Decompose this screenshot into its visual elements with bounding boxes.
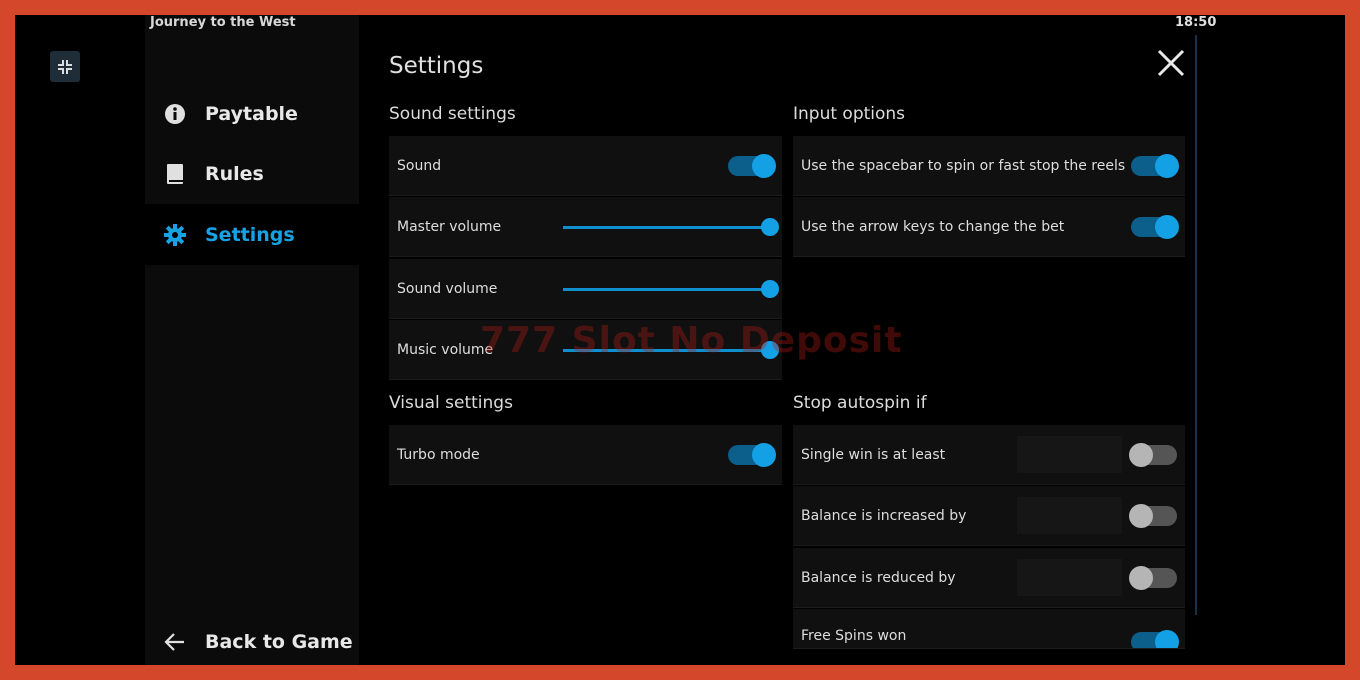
sidebar-item-rules[interactable]: Rules [145, 143, 359, 204]
row-label: Music volume [397, 341, 494, 358]
master-volume-slider[interactable] [563, 217, 779, 236]
section-title-sound: Sound settings [389, 104, 516, 124]
section-title-autospin: Stop autospin if [793, 393, 927, 413]
row-label: Sound volume [397, 280, 498, 297]
sound-toggle[interactable] [728, 153, 776, 178]
balance-reduced-toggle[interactable] [1129, 565, 1177, 590]
single-win-row: Single win is at least [793, 425, 1185, 485]
row-label: Balance is increased by [801, 507, 967, 524]
arrow-left-icon [163, 630, 187, 654]
free-spins-toggle[interactable] [1131, 630, 1179, 648]
sidebar-item-paytable[interactable]: Paytable [145, 83, 359, 144]
exit-fullscreen-button[interactable] [50, 51, 80, 82]
close-icon [1157, 49, 1185, 77]
back-label: Back to Game [205, 630, 353, 653]
arrow-keys-toggle[interactable] [1131, 214, 1179, 239]
single-win-input[interactable] [1017, 436, 1122, 473]
sound-row: Sound [389, 136, 782, 196]
sidebar-item-label: Rules [205, 162, 264, 185]
free-spins-row: Free Spins won [793, 609, 1185, 649]
sidebar: Paytable Rules Settings Back to Game [145, 15, 359, 665]
book-icon [163, 162, 187, 186]
balance-increased-row: Balance is increased by [793, 486, 1185, 546]
watermark: 777 Slot No Deposit [480, 320, 903, 361]
row-label: Use the arrow keys to change the bet [801, 218, 1065, 235]
row-label: Master volume [397, 218, 502, 235]
back-to-game-button[interactable]: Back to Game [145, 611, 359, 665]
balance-reduced-input[interactable] [1017, 559, 1122, 596]
row-label: Sound [397, 157, 442, 174]
row-label: Balance is reduced by [801, 569, 956, 586]
spacebar-row: Use the spacebar to spin or fast stop th… [793, 136, 1185, 196]
arrow-keys-row: Use the arrow keys to change the bet [793, 197, 1185, 257]
game-screen: Paytable Rules Settings Back to Game Jou… [15, 15, 1345, 665]
single-win-toggle[interactable] [1129, 442, 1177, 467]
spacebar-toggle[interactable] [1131, 153, 1179, 178]
balance-reduced-row: Balance is reduced by [793, 548, 1185, 608]
section-title-visual: Visual settings [389, 393, 513, 413]
sidebar-item-settings[interactable]: Settings [145, 204, 359, 265]
game-title: Journey to the West [150, 15, 296, 30]
sidebar-item-label: Settings [205, 223, 295, 246]
balance-increased-input[interactable] [1017, 497, 1122, 534]
turbo-row: Turbo mode [389, 425, 782, 485]
page-title: Settings [389, 53, 484, 79]
sound-volume-row: Sound volume [389, 259, 782, 319]
scrollbar[interactable] [1195, 35, 1197, 615]
row-label: Single win is at least [801, 446, 946, 463]
sound-volume-slider[interactable] [563, 279, 779, 298]
close-button[interactable] [1155, 47, 1187, 79]
master-volume-row: Master volume [389, 197, 782, 257]
sidebar-item-label: Paytable [205, 102, 298, 125]
info-icon [163, 102, 187, 126]
gear-icon [163, 223, 187, 247]
row-label: Use the spacebar to spin or fast stop th… [801, 157, 1126, 174]
turbo-toggle[interactable] [728, 442, 776, 467]
collapse-icon [58, 59, 72, 74]
row-label: Free Spins won [801, 628, 907, 644]
row-label: Turbo mode [397, 446, 480, 463]
clock: 18:50 [1175, 15, 1217, 30]
section-title-input: Input options [793, 104, 906, 124]
balance-increased-toggle[interactable] [1129, 503, 1177, 528]
